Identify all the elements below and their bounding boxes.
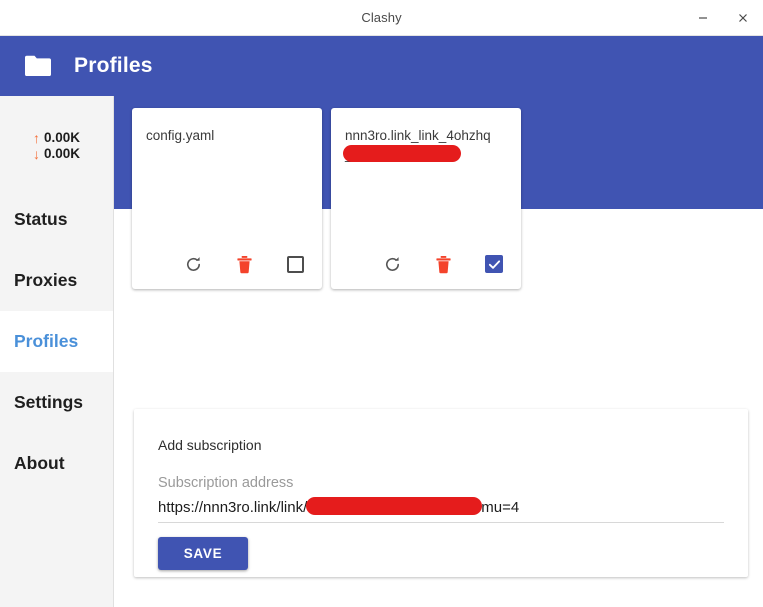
sidebar-nav: Status Proxies Profiles Settings About bbox=[0, 189, 113, 494]
upload-arrow-icon: ↑ bbox=[33, 131, 40, 145]
checkbox-checked-icon bbox=[485, 255, 503, 273]
delete-button[interactable] bbox=[233, 253, 255, 275]
minimize-button[interactable] bbox=[683, 0, 723, 36]
folder-icon bbox=[24, 54, 52, 78]
select-profile-checkbox[interactable] bbox=[483, 253, 505, 275]
add-subscription-title: Add subscription bbox=[158, 437, 724, 453]
subscription-address-value: https://nnn3ro.link/link/mu=4 bbox=[158, 499, 519, 516]
refresh-icon bbox=[383, 255, 402, 274]
profile-card[interactable]: nnn3ro.link_link_4ohzhq _mu=4.yml bbox=[331, 108, 521, 289]
sidebar-item-label: Proxies bbox=[14, 270, 77, 291]
window-title: Clashy bbox=[361, 10, 401, 25]
address-suffix: mu=4 bbox=[481, 499, 519, 516]
trash-icon bbox=[435, 255, 452, 274]
save-button[interactable]: SAVE bbox=[158, 537, 248, 570]
sidebar-item-label: Settings bbox=[14, 392, 83, 413]
subscription-address-label: Subscription address bbox=[158, 475, 724, 491]
app-window: Clashy Profiles ↑ 0.00K bbox=[0, 0, 763, 607]
sidebar: ↑ 0.00K ↓ 0.00K Status Proxies Profiles … bbox=[0, 96, 114, 607]
app-bar-title: Profiles bbox=[74, 54, 153, 78]
profile-card-list: config.yaml bbox=[132, 108, 521, 289]
download-traffic: ↓ 0.00K bbox=[33, 146, 80, 161]
delete-button[interactable] bbox=[432, 253, 454, 275]
sidebar-item-about[interactable]: About bbox=[0, 433, 113, 494]
profile-card-name-line1: nnn3ro.link_link_4ohzhq bbox=[345, 128, 491, 143]
main-content: config.yaml bbox=[114, 96, 763, 607]
sidebar-item-label: Profiles bbox=[14, 331, 78, 352]
redaction-bar bbox=[306, 497, 482, 515]
profile-card-name: nnn3ro.link_link_4ohzhq _mu=4.yml bbox=[345, 126, 507, 164]
profile-card[interactable]: config.yaml bbox=[132, 108, 322, 289]
address-prefix: https://nnn3ro.link/link/ bbox=[158, 499, 307, 516]
minimize-icon bbox=[697, 12, 709, 24]
refresh-button[interactable] bbox=[381, 253, 403, 275]
upload-traffic: ↑ 0.00K bbox=[33, 130, 80, 145]
titlebar: Clashy bbox=[0, 0, 763, 36]
add-subscription-panel: Add subscription Subscription address ht… bbox=[134, 409, 748, 577]
checkbox-unchecked-icon bbox=[287, 256, 304, 273]
sidebar-item-label: About bbox=[14, 453, 65, 474]
close-button[interactable] bbox=[723, 0, 763, 36]
close-icon bbox=[737, 12, 749, 24]
sidebar-item-label: Status bbox=[14, 209, 67, 230]
app-bar: Profiles bbox=[0, 36, 763, 96]
sidebar-item-profiles[interactable]: Profiles bbox=[0, 311, 113, 372]
sidebar-item-proxies[interactable]: Proxies bbox=[0, 250, 113, 311]
redaction-bar bbox=[343, 145, 461, 162]
refresh-icon bbox=[184, 255, 203, 274]
download-value: 0.00K bbox=[44, 146, 80, 161]
download-arrow-icon: ↓ bbox=[33, 147, 40, 161]
sidebar-item-settings[interactable]: Settings bbox=[0, 372, 113, 433]
profile-card-name: config.yaml bbox=[146, 126, 308, 145]
select-profile-checkbox[interactable] bbox=[284, 253, 306, 275]
sidebar-item-status[interactable]: Status bbox=[0, 189, 113, 250]
traffic-stats: ↑ 0.00K ↓ 0.00K bbox=[0, 96, 113, 169]
subscription-address-field[interactable]: https://nnn3ro.link/link/mu=4 bbox=[158, 497, 724, 523]
profile-card-actions bbox=[345, 253, 507, 279]
window-controls bbox=[683, 0, 763, 36]
trash-icon bbox=[236, 255, 253, 274]
profile-card-actions bbox=[146, 253, 308, 279]
refresh-button[interactable] bbox=[182, 253, 204, 275]
upload-value: 0.00K bbox=[44, 130, 80, 145]
